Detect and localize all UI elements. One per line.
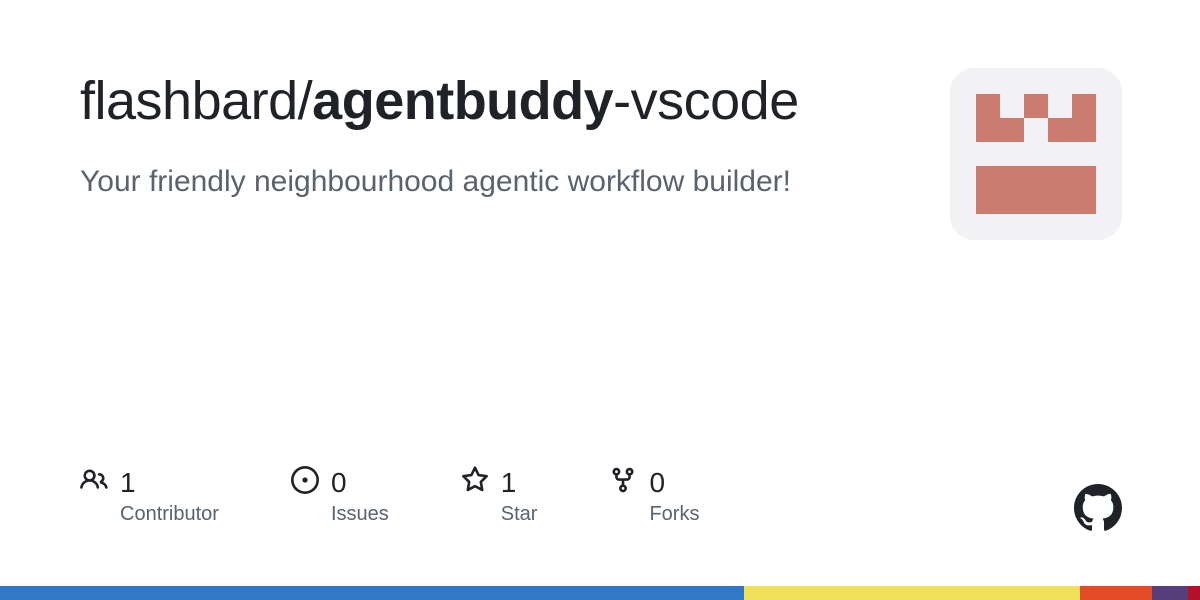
forks-count: 0 bbox=[649, 467, 665, 499]
stat-forks-top: 0 bbox=[609, 466, 699, 499]
issue-icon bbox=[291, 466, 319, 499]
stat-issues-top: 0 bbox=[291, 466, 389, 499]
language-segment bbox=[1152, 586, 1188, 600]
contributors-count: 1 bbox=[120, 467, 136, 499]
stat-stars: 1 Star bbox=[461, 466, 538, 526]
language-segment bbox=[0, 586, 744, 600]
language-segment bbox=[1188, 586, 1200, 600]
stat-stars-top: 1 bbox=[461, 466, 538, 499]
star-icon bbox=[461, 466, 489, 499]
issues-count: 0 bbox=[331, 467, 347, 499]
repo-stats: 1 Contributor 0 Issues 1 Star bbox=[80, 466, 699, 526]
fork-icon bbox=[609, 466, 637, 499]
forks-label: Forks bbox=[649, 503, 699, 526]
stat-contributors: 1 Contributor bbox=[80, 466, 219, 526]
issues-label: Issues bbox=[331, 503, 389, 526]
people-icon bbox=[80, 466, 108, 499]
repo-name-rest: -vscode bbox=[613, 71, 799, 131]
identicon-icon bbox=[976, 94, 1096, 214]
stat-issues: 0 Issues bbox=[291, 466, 389, 526]
language-bar bbox=[0, 586, 1200, 600]
stat-forks: 0 Forks bbox=[609, 466, 699, 526]
repo-owner: flashbard bbox=[80, 71, 298, 131]
repo-social-card: flashbard/agentbuddy-vscode Your friendl… bbox=[0, 0, 1200, 600]
language-segment bbox=[744, 586, 1080, 600]
repo-slash: / bbox=[298, 71, 313, 131]
github-logo-icon bbox=[1074, 484, 1122, 532]
repo-name-bold: agentbuddy bbox=[312, 71, 613, 131]
repo-title: flashbard/agentbuddy-vscode bbox=[80, 70, 800, 134]
stat-contributors-top: 1 bbox=[80, 466, 219, 499]
stars-count: 1 bbox=[501, 467, 517, 499]
stars-label: Star bbox=[501, 503, 538, 526]
repo-avatar bbox=[950, 68, 1122, 240]
language-segment bbox=[1080, 586, 1152, 600]
contributors-label: Contributor bbox=[120, 503, 219, 526]
repo-description: Your friendly neighbourhood agentic work… bbox=[80, 162, 800, 203]
